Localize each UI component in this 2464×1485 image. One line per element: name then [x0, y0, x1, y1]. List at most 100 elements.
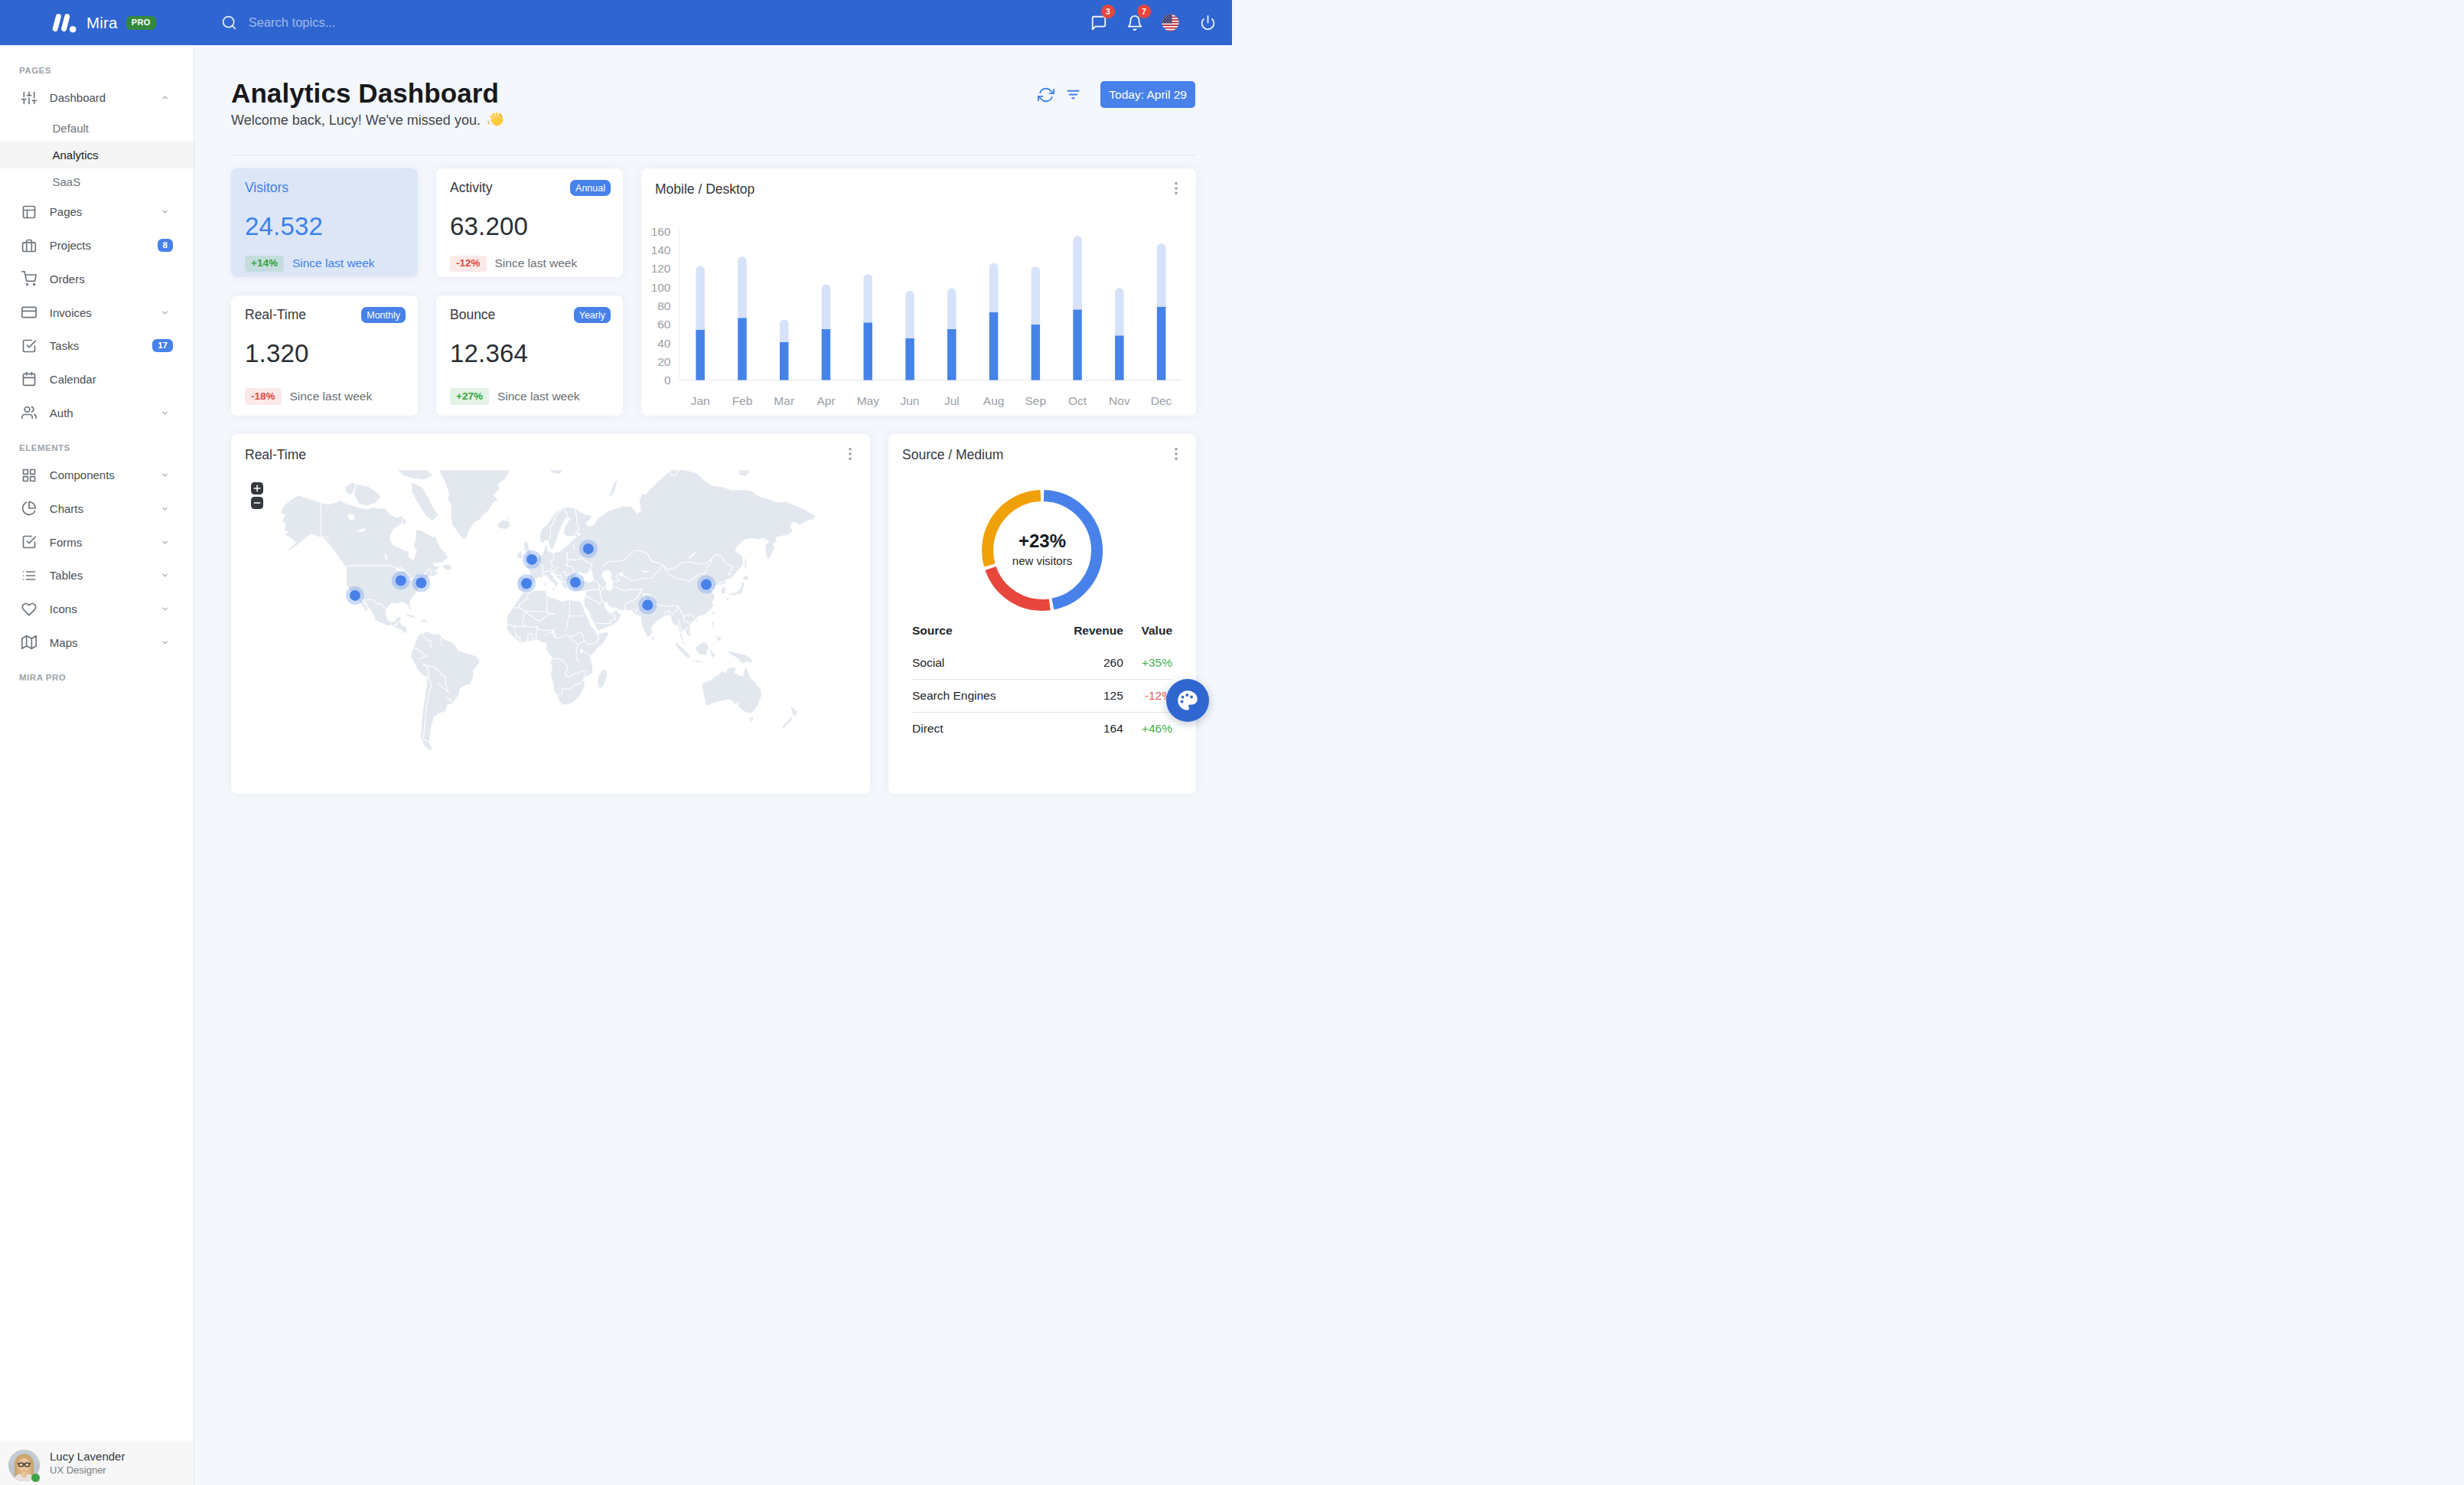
- cell-source: Direct: [912, 712, 1045, 742]
- sidebar-item-label: Projects: [50, 239, 91, 252]
- chevron-up-icon: [161, 93, 169, 102]
- sidebar-section-label: ELEMENTS: [19, 442, 194, 454]
- sidebar-item-badge: 17: [152, 339, 173, 353]
- stat-value: 1.320: [245, 339, 309, 368]
- sidebar-item-forms[interactable]: Forms: [0, 525, 194, 559]
- sidebar-nav: PAGESDashboardDefaultAnalyticsSaaSPagesP…: [0, 64, 194, 684]
- sidebar-item-label: Orders: [50, 273, 85, 286]
- page-subtitle: Welcome back, Lucy! We've missed you.: [231, 112, 1195, 129]
- sidebar-item-invoices[interactable]: Invoices: [0, 295, 194, 329]
- search-input-field[interactable]: [249, 15, 494, 30]
- map-marker[interactable]: [392, 572, 410, 590]
- donut-chart: +23% new visitors: [981, 489, 1103, 612]
- sliders-icon: [21, 90, 37, 106]
- sidebar-item-icons[interactable]: Icons: [0, 592, 194, 626]
- world-map[interactable]: [231, 434, 869, 742]
- map-marker[interactable]: [412, 574, 430, 592]
- svg-text:Jan: Jan: [691, 394, 710, 407]
- svg-text:120: 120: [651, 262, 671, 275]
- sidebar-item-components[interactable]: Components: [0, 459, 194, 492]
- cell-value: -12%: [1123, 679, 1172, 712]
- stat-card-realtime: Real-TimeMonthly1.320-18%Since last week: [231, 295, 418, 416]
- heart-icon: [21, 602, 37, 617]
- svg-text:Apr: Apr: [816, 394, 835, 407]
- minus-icon: [253, 499, 261, 507]
- sidebar-item-maps[interactable]: Maps: [0, 625, 194, 659]
- sidebar-item-projects[interactable]: Projects8: [0, 229, 194, 263]
- sidebar-item-charts[interactable]: Charts: [0, 492, 194, 526]
- source-table: Source Revenue Value Social260+35%Search…: [912, 617, 1172, 742]
- svg-text:Oct: Oct: [1068, 394, 1087, 407]
- messages-button[interactable]: 3: [1080, 0, 1116, 45]
- svg-text:160: 160: [651, 225, 671, 238]
- stat-change-badge: -18%: [245, 388, 282, 405]
- search-icon: [221, 15, 237, 31]
- map-marker[interactable]: [579, 540, 598, 558]
- sidebar-subitem-analytics[interactable]: Analytics: [0, 142, 194, 168]
- zoom-in-button[interactable]: [251, 482, 263, 494]
- navbar-actions: 3 7: [1080, 0, 1226, 45]
- map-marker[interactable]: [638, 596, 657, 614]
- map-marker[interactable]: [517, 574, 536, 592]
- sidebar-item-pages[interactable]: Pages: [0, 195, 194, 229]
- source-medium-card: Source / Medium +23% new visitors Source…: [888, 434, 1196, 742]
- sidebar-item-label: Tables: [50, 569, 83, 582]
- zoom-out-button[interactable]: [251, 497, 263, 509]
- source-table-row[interactable]: Social260+35%: [912, 647, 1172, 680]
- map-land: [281, 470, 816, 742]
- col-value: Value: [1123, 617, 1172, 647]
- sidebar-item-label: Icons: [50, 602, 77, 615]
- bar-chart: 020406080100120140160JanFebMarAprMayJunJ…: [655, 214, 1182, 410]
- brand-link[interactable]: Mira PRO: [51, 13, 156, 33]
- sidebar-item-orders[interactable]: Orders: [0, 262, 194, 295]
- svg-text:80: 80: [657, 299, 671, 312]
- refresh-button[interactable]: [1038, 86, 1054, 103]
- stat-change-badge: +27%: [450, 388, 489, 405]
- sidebar-item-dashboard[interactable]: Dashboard: [0, 81, 194, 115]
- sidebar-item-auth[interactable]: Auth: [0, 396, 194, 429]
- check-square-icon: [21, 534, 37, 550]
- sidebar-subitem-default[interactable]: Default: [0, 115, 194, 142]
- map-marker[interactable]: [697, 576, 715, 594]
- sidebar-subitem-saas[interactable]: SaaS: [0, 168, 194, 195]
- svg-text:Aug: Aug: [983, 394, 1005, 407]
- sidebar-subitem-label: Default: [53, 122, 90, 135]
- brand-pro-badge: PRO: [126, 16, 156, 30]
- sidebar-item-calendar[interactable]: Calendar: [0, 363, 194, 397]
- svg-text:20: 20: [657, 355, 671, 368]
- stat-period-text: Since last week: [292, 256, 375, 270]
- notifications-button[interactable]: 7: [1116, 0, 1152, 45]
- cell-revenue: 125: [1045, 679, 1123, 712]
- cell-revenue: 164: [1045, 712, 1123, 742]
- svg-text:60: 60: [657, 318, 671, 331]
- search-input[interactable]: [221, 15, 494, 31]
- source-table-row[interactable]: Search Engines125-12%: [912, 679, 1172, 712]
- sidebar-item-label: Invoices: [50, 306, 92, 319]
- more-menu-icon[interactable]: [1171, 181, 1181, 195]
- stat-change-badge: +14%: [245, 256, 284, 273]
- check-square-icon: [21, 338, 37, 354]
- sidebar-subitem-label: Analytics: [53, 148, 99, 162]
- stat-period-badge[interactable]: Annual: [570, 180, 611, 196]
- map-marker[interactable]: [523, 550, 541, 569]
- briefcase-icon: [21, 238, 37, 253]
- calendar-icon: [21, 371, 37, 387]
- svg-text:Nov: Nov: [1109, 394, 1130, 407]
- sidebar-item-label: Auth: [50, 406, 73, 419]
- sidebar-item-tables[interactable]: Tables: [0, 559, 194, 592]
- stat-period-badge[interactable]: Yearly: [574, 307, 611, 323]
- col-source: Source: [912, 617, 1045, 647]
- stat-period-badge[interactable]: Monthly: [361, 307, 406, 323]
- sidebar-item-tasks[interactable]: Tasks17: [0, 329, 194, 363]
- source-table-row[interactable]: Direct164+46%: [912, 712, 1172, 742]
- sidebar-item-label: Dashboard: [50, 91, 106, 104]
- filter-button[interactable]: [1066, 87, 1080, 102]
- svg-text:0: 0: [664, 374, 671, 387]
- theme-customizer-button[interactable]: [1166, 679, 1209, 722]
- language-button[interactable]: [1152, 0, 1188, 45]
- map-marker[interactable]: [566, 573, 585, 592]
- logout-button[interactable]: [1190, 0, 1226, 45]
- date-button[interactable]: Today: April 29: [1100, 81, 1195, 108]
- more-menu-icon[interactable]: [1171, 447, 1181, 461]
- map-marker[interactable]: [346, 586, 364, 605]
